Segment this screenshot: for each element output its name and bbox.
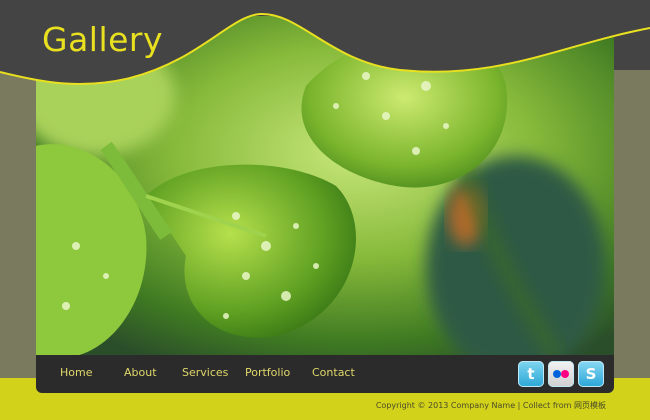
flickr-blue-dot [553,370,561,378]
skype-icon[interactable]: S [578,361,604,387]
skype-glyph: S [585,365,597,383]
flickr-icon[interactable] [548,361,574,387]
page-title: Gallery [42,20,164,59]
leaf-photo-image [36,16,614,356]
nav-services[interactable]: Services [182,366,228,379]
flickr-pink-dot [561,370,569,378]
nav-portfolio[interactable]: Portfolio [245,366,290,379]
hero-photo [36,16,614,356]
copyright-text: Copyright © 2013 Company Name | Collect … [375,401,606,410]
nav-contact[interactable]: Contact [312,366,355,379]
nav-home[interactable]: Home [60,366,92,379]
twitter-icon[interactable]: t [518,361,544,387]
main-nav: Home About Services Portfolio Contact t … [36,355,614,393]
twitter-glyph: t [527,365,535,383]
nav-about[interactable]: About [124,366,157,379]
